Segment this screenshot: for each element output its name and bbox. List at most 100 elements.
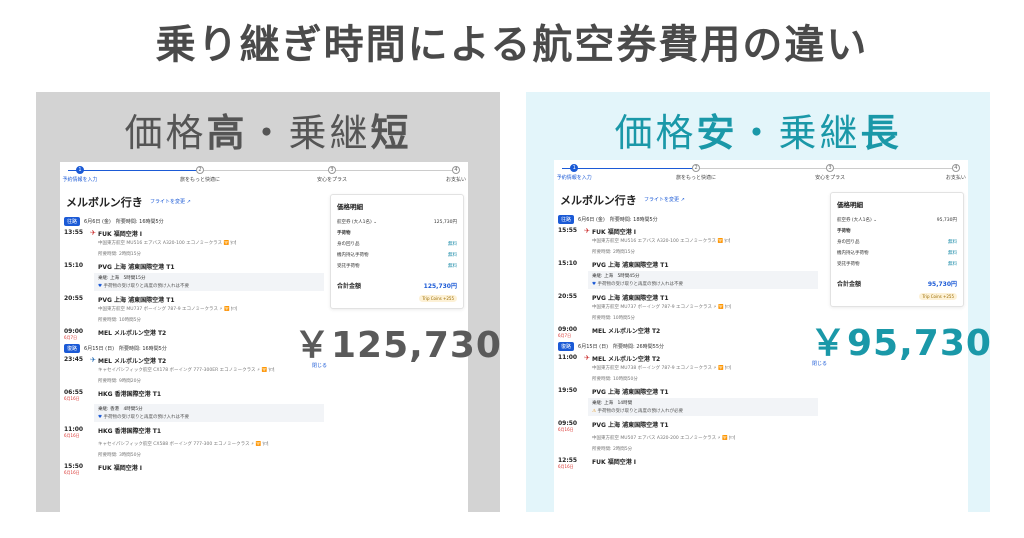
heading-part: 価格 [124, 111, 207, 155]
itinerary-row: キャセイパシフィック航空 CX588 ボーイング 777-300 エコノミークラ… [64, 441, 324, 450]
itinerary-row: 23:45 ✈ MEL メルボルン空港 T2 [64, 356, 324, 365]
step-number: 3 [826, 164, 835, 172]
bag-row-label: 機内持込手荷物 [337, 253, 369, 258]
layover-box: 乗継: 上海 5時間15分 ♥ 手荷物の受け取りと再度の預け入れは不要 [94, 273, 324, 291]
bag-row-value: 無料 [948, 251, 957, 256]
destination-title: メルボルン行き [66, 196, 143, 209]
baggage-header: 手荷物 [837, 228, 957, 234]
itinerary-row: 所要時間: 2時間5分 [558, 446, 818, 455]
heading-part: ・乗継 [737, 111, 861, 155]
heading-emphasis: 高 [206, 111, 248, 155]
airport-name: FUK 福岡空港 I [592, 229, 637, 236]
airport-name: HKG 香港国際空港 T1 [98, 428, 162, 435]
step-label: 安心をプラス [317, 177, 347, 183]
step-number: 2 [196, 166, 204, 174]
trip-coins-badge: Trip Coins +255 [419, 295, 457, 302]
change-flight-link[interactable]: フライトを変更 ↗ [644, 196, 685, 203]
next-day-label: 6月16日 [64, 470, 80, 475]
itinerary-row: 中国東方航空 MU737 ボーイング 787-9 エコノミークラス ⚡ 🛜 🍽 [558, 304, 818, 313]
total-row: 合計金額 95,730円 [837, 279, 957, 288]
price-breakdown-title: 価格明細 [337, 203, 363, 211]
itinerary-row: 20:55 PVG 上海 浦東国際空港 T1 [558, 293, 818, 302]
airline-icon: ✈ [90, 356, 96, 364]
time-cell: 12:55 6月16日 [558, 457, 582, 470]
itinerary: 往路 6月6日 (金) 所要時間: 18時間5分 15:55 ✈ FUK 福岡空港 I中… [558, 212, 818, 472]
progress-step[interactable]: 4 お支払い [426, 166, 468, 183]
time-text: 12:55 [558, 457, 578, 464]
airport-name: PVG 上海 浦東国際空港 T1 [98, 297, 175, 304]
time-text: 15:10 [558, 260, 578, 267]
close-link[interactable]: 閉じる [312, 362, 327, 369]
layover-note-text: 手荷物の受け取りと再度の預け入れは不要 [103, 415, 189, 420]
total-row-value: 125,730円 [423, 283, 457, 290]
airport-name: PVG 上海 浦東国際空港 T1 [98, 264, 175, 271]
heading-emphasis: 安 [696, 111, 738, 155]
time-text: 15:50 [64, 463, 84, 470]
time-text: 13:55 [64, 229, 84, 236]
flight-detail: 中国東方航空 MU516 エアバス A320-100 エコノミークラス 🛜 🍽 [98, 241, 237, 246]
big-price: ￥125,730 [294, 325, 500, 366]
layover-note: ⚠ 手荷物の受け取りと再度の預け入れが必要 [592, 408, 814, 414]
airport-name: PVG 上海 浦東国際空港 T1 [592, 422, 669, 429]
time-cell: 11:00 6月16日 [64, 426, 88, 439]
segment-header: 復路 6月15日 (日) 所要時間: 26時間55分 [558, 342, 818, 351]
bag-row-label: 受託手荷物 [337, 264, 360, 269]
itinerary-row: 09:00 6月7日 MEL メルボルン空港 T2 [558, 326, 818, 339]
trip-coins-wrap: Trip Coins +255 [837, 293, 957, 300]
progress-step[interactable]: 1 予約情報を入力 [554, 164, 604, 181]
flight-detail: 中国東方航空 MU737 ボーイング 787-9 エコノミークラス ⚡ 🛜 🍽 [98, 307, 237, 312]
airport-name: MEL メルボルン空港 T2 [592, 356, 661, 363]
layover-city: 乗継: 上海 5時間45分 [592, 274, 640, 279]
itinerary-row: 13:55 ✈ FUK 福岡空港 I [64, 229, 324, 238]
bag-row: 受託手荷物 無料 [337, 263, 457, 269]
time-text: 11:00 [64, 426, 84, 433]
layover-box: 乗継: 上海 5時間45分 ♥ 手荷物の受け取りと再度の預け入れは不要 [588, 271, 818, 289]
itinerary-row: 所要時間: 3時間50分 [64, 452, 324, 461]
airport-name: PVG 上海 浦東国際空港 T1 [592, 295, 669, 302]
progress-step[interactable]: 1 予約情報を入力 [60, 166, 110, 183]
itinerary-row: 09:50 6月16日 PVG 上海 浦東国際空港 T1 [558, 420, 818, 433]
page-title: 乗り継ぎ時間による航空券費用の違い [155, 22, 869, 68]
step-label: 旅をもっと快適に [179, 177, 220, 183]
layover-note: ♥ 手荷物の受け取りと再度の預け入れは不要 [98, 414, 320, 420]
progress-step[interactable]: 4 お支払い [926, 164, 968, 181]
progress-step[interactable]: 2 旅をもっと快適に [170, 166, 230, 183]
airport-name: PVG 上海 浦東国際空港 T1 [592, 262, 669, 269]
trip-coins-wrap: Trip Coins +255 [337, 295, 457, 302]
next-day-label: 6月7日 [558, 333, 572, 338]
time-text: 20:55 [558, 293, 578, 300]
layover-note-text: 手荷物の受け取りと再度の預け入れが必要 [597, 409, 683, 414]
step-number: 1 [570, 164, 579, 172]
time-cell: 09:00 6月7日 [558, 326, 582, 339]
airport-name: PVG 上海 浦東国際空港 T1 [592, 389, 669, 396]
airport-name: MEL メルボルン空港 T2 [98, 330, 167, 337]
bag-row-label: 身の回り品 [337, 242, 360, 247]
progress-steps: 1 予約情報を入力 2 旅をもっと快適に 3 安心をプラス 4 お支払い [557, 164, 966, 184]
itinerary-row: 15:55 ✈ FUK 福岡空港 I [558, 227, 818, 236]
bag-row-label: 機内持込手荷物 [837, 251, 869, 256]
step-number: 4 [951, 164, 960, 172]
bag-row: 身の回り品 無料 [837, 239, 957, 245]
time-text: 09:00 [64, 328, 84, 335]
time-text: 23:45 [64, 356, 84, 363]
progress-step[interactable]: 3 安心をプラス [800, 164, 860, 181]
bag-row-value: 無料 [948, 262, 957, 267]
flight-detail: 所要時間: 9時間20分 [98, 379, 142, 384]
total-row-label: 合計金額 [337, 283, 362, 290]
flight-detail: 中国東方航空 MU738 ボーイング 787-9 エコノミークラス ⚡ 🛜 🍽 [592, 366, 731, 371]
progress-step[interactable]: 3 安心をプラス [302, 166, 362, 183]
next-day-label: 6月16日 [558, 427, 574, 432]
airport-name: FUK 福岡空港 I [98, 231, 143, 238]
itinerary-row: 20:55 PVG 上海 浦東国際空港 T1 [64, 295, 324, 304]
change-flight-link[interactable]: フライトを変更 ↗ [150, 198, 191, 205]
time-cell: 06:55 6月16日 [64, 389, 88, 402]
time-cell: 09:00 6月7日 [64, 328, 88, 341]
next-day-label: 6月16日 [558, 464, 574, 469]
destination-title: メルボルン行き [560, 194, 637, 207]
progress-step[interactable]: 2 旅をもっと快適に [666, 164, 726, 181]
itinerary-row: 15:10 PVG 上海 浦東国際空港 T1 [558, 260, 818, 269]
heading-emphasis: 長 [860, 111, 902, 155]
time-text: 11:00 [558, 354, 578, 361]
close-link[interactable]: 閉じる [812, 360, 827, 367]
flight-detail: 所要時間: 10時間5分 [592, 316, 636, 321]
